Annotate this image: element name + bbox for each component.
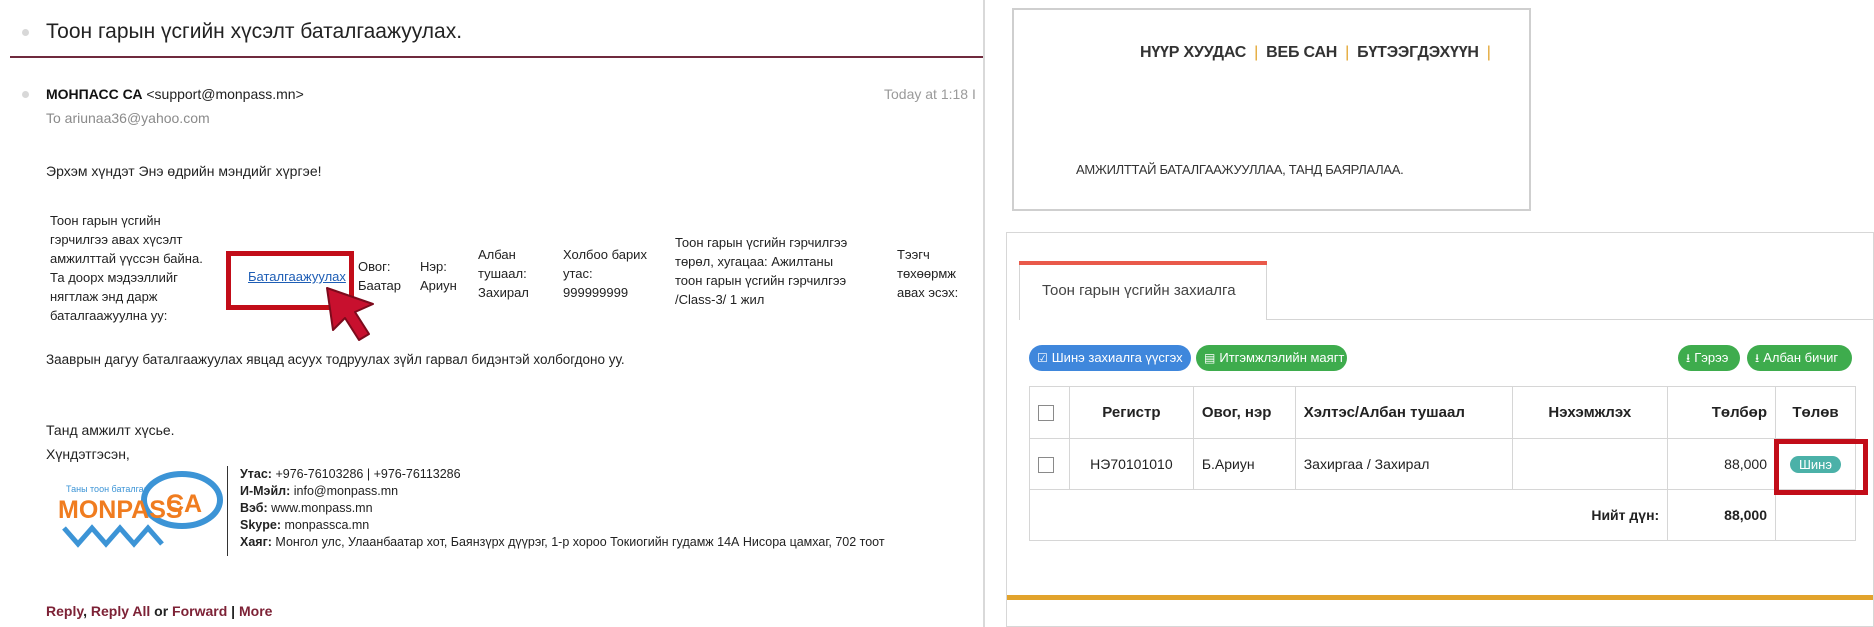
nav-separator: | <box>1486 44 1491 61</box>
cell-name: Б.Ариун <box>1192 438 1296 490</box>
download-icon: ⭳ <box>1686 351 1691 365</box>
sig-address: Хаяг: Монгол улс, Улаанбаатар хот, Баянз… <box>240 535 885 549</box>
sig-email[interactable]: И-Мэйл: info@monpass.mn <box>240 483 398 500</box>
signature-divider <box>227 466 228 556</box>
nav-separator: | <box>1345 44 1350 61</box>
name-cell: Нэр: Ариун <box>420 259 457 293</box>
forward-link[interactable]: Forward <box>172 603 227 619</box>
header-status: Төлөв <box>1775 386 1856 439</box>
email-subject: Тоон гарын үсгийн хүсэлт баталгаажуулах. <box>46 20 463 43</box>
closing-line-1: Танд амжилт хүсье. <box>46 422 175 438</box>
cell-fee: 88,000 <box>1667 438 1776 490</box>
cell-position: Захиргаа / Захирал <box>1294 438 1513 490</box>
closing-line-2: Хүндэтгэсэн, <box>46 446 130 462</box>
position-cell: Албан тушаал: Захирал <box>478 247 529 300</box>
orders-table: Регистр Овог, нэр Хэлтэс/Албан тушаал Нэ… <box>1028 386 1856 541</box>
email-greeting: Эрхэм хүндэт Энэ өдрийн мэндийг хүргэе! <box>46 163 322 179</box>
select-all-checkbox[interactable] <box>1038 405 1054 422</box>
email-date: Today at 1:18 I <box>884 86 976 102</box>
phone-cell: Холбоо барих утас: 999999999 <box>563 247 647 300</box>
total-label: Нийт дүн: <box>1028 489 1669 541</box>
nav-separator: | <box>1254 44 1259 61</box>
header-position: Хэлтэс/Албан тушаал <box>1294 386 1513 439</box>
reply-link[interactable]: Reply <box>46 603 83 619</box>
sig-web[interactable]: Вэб: www.monpass.mn <box>240 500 373 517</box>
nav-web[interactable]: ВЕБ САН <box>1266 44 1337 61</box>
reply-actions: Reply, Reply All or Forward | More <box>46 603 273 619</box>
nav-home[interactable]: НҮҮР ХУУДАС <box>1140 44 1246 61</box>
tab-orders[interactable]: Тоон гарын үсгийн захиалга <box>1019 265 1267 320</box>
panel-bottom-bar <box>1007 595 1873 600</box>
trust-form-button[interactable]: ▤ Итгэмжлэлийн маягт <box>1196 345 1347 371</box>
sender-name: МОНПАСС СА <box>46 86 143 102</box>
checkbox-icon: ☑ <box>1037 351 1048 365</box>
thread-dot-icon <box>22 29 29 36</box>
intro-text: Тоон гарын үсгийн гэрчилгээ авах хүсэлт … <box>50 213 203 323</box>
device-cell: Тээгч төхөөрмж авах эсэх: <box>897 247 959 300</box>
total-row: Нийт дүн: 88,000 <box>1028 489 1856 541</box>
orders-panel: Тоон гарын үсгийн захиалга ☑ Шинэ захиалг… <box>1006 232 1874 627</box>
new-order-button[interactable]: ☑ Шинэ захиалга үүсгэх <box>1029 345 1191 371</box>
document-icon: ▤ <box>1204 351 1216 365</box>
cell-attachment[interactable] <box>1511 438 1669 490</box>
table-row[interactable]: НЭ70101010 Б.Ариун Захиргаа / Захирал 88… <box>1029 438 1856 490</box>
row-checkbox[interactable] <box>1038 456 1054 473</box>
reply-all-link[interactable]: Reply All <box>91 603 150 619</box>
message-dot-icon <box>22 91 29 98</box>
total-value: 88,000 <box>1667 489 1776 541</box>
header-register: Регистр <box>1068 386 1194 439</box>
highlight-box-status <box>1774 439 1868 495</box>
success-message: АМЖИЛТТАЙ БАТАЛГААЖУУЛЛАА, ТАНД БАЯРЛАЛА… <box>1076 162 1404 177</box>
cell-register: НЭ70101010 <box>1068 438 1194 490</box>
tab-baseline <box>1267 319 1873 320</box>
email-panel: Тоон гарын үсгийн хүсэлт баталгаажуулах.… <box>0 0 985 627</box>
cert-type-cell: Тоон гарын үсгийн гэрчилгээ төрөл, хугац… <box>675 235 848 307</box>
monpass-logo: Таны тоон баталгаа MONPASS CA <box>58 471 223 548</box>
confirmation-page: НҮҮР ХУУДАС | ВЕБ САН | БҮТЭЭГДЭХҮҮН | АМЖИЛТ… <box>1012 8 1531 211</box>
header-name: Овог, нэр <box>1192 386 1296 439</box>
logo-wordmark: MONPASS <box>58 496 183 524</box>
download-icon: ⭳ <box>1755 351 1760 365</box>
contract-download-button[interactable]: ⭳ Гэрээ <box>1678 345 1740 371</box>
sig-phone: Утас: +976-76103286 | +976-76113286 <box>240 467 461 481</box>
sig-skype: Skype: monpassca.mn <box>240 518 370 532</box>
nav-register[interactable]: БҮТЭЭГДЭХҮҮН <box>1357 44 1479 61</box>
letter-download-button[interactable]: ⭳ Албан бичиг <box>1747 345 1852 371</box>
more-link[interactable]: More <box>239 603 272 619</box>
or-text: or <box>154 603 169 619</box>
logo-badge: CA <box>166 490 202 518</box>
header-fee: Төлбөр <box>1667 386 1776 439</box>
sender-line[interactable]: МОНПАСС СА <support@monpass.mn> <box>46 86 304 102</box>
site-nav: НҮҮР ХУУДАС | ВЕБ САН | БҮТЭЭГДЭХҮҮН | <box>1140 44 1499 62</box>
subject-divider <box>10 56 983 58</box>
followup-text: Зааврын дагуу баталгаажуулах явцад асуух… <box>46 352 625 367</box>
cursor-arrow-icon <box>326 287 374 341</box>
sender-email: <support@monpass.mn> <box>146 86 304 102</box>
tab-orders-label: Тоон гарын үсгийн захиалга <box>1042 282 1236 299</box>
recipient-line: To ariunaa36@yahoo.com <box>46 110 210 126</box>
header-attachment: Нэхэмжлэх <box>1511 386 1669 439</box>
table-header-row: Регистр Овог, нэр Хэлтэс/Албан тушаал Нэ… <box>1029 386 1856 439</box>
logo-tagline: Таны тоон баталгаа <box>66 484 149 494</box>
